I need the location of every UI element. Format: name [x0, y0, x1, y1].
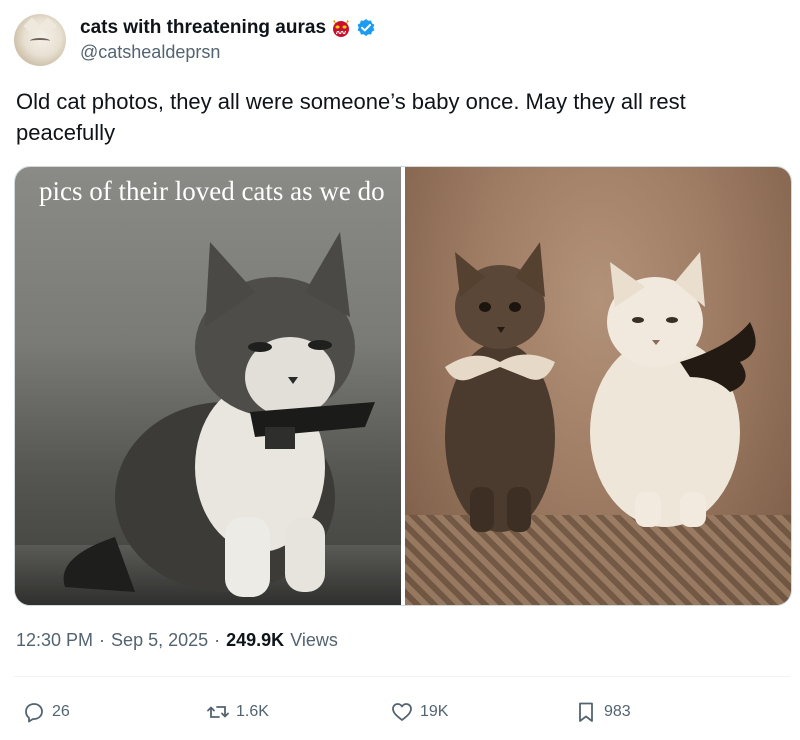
meta-separator: · [99, 630, 106, 650]
media-grid: pics of their loved cats as we do [14, 166, 792, 606]
oni-mask-icon [330, 17, 352, 39]
handle[interactable]: @catshealdeprsn [80, 40, 376, 64]
divider-top [14, 676, 790, 677]
repost-icon [207, 706, 229, 718]
photo-two-kittens-sepia[interactable] [405, 167, 791, 605]
tweet-time[interactable]: 12:30 PM [16, 628, 93, 652]
avatar-cat-ear-left [23, 17, 41, 35]
like-button[interactable]: 19K [390, 694, 448, 730]
avatar[interactable] [14, 14, 66, 66]
photo-kitten-bw[interactable]: pics of their loved cats as we do [15, 167, 401, 605]
bookmark-icon [579, 702, 593, 722]
tweet-meta: 12:30 PM · Sep 5, 2025 · 249.9K Views [16, 628, 338, 652]
views-count: 249.9K [226, 630, 285, 650]
display-name-row: cats with threatening auras [80, 16, 376, 40]
like-count: 19K [420, 703, 449, 720]
bookmark-count: 983 [604, 703, 631, 720]
avatar-cat-eyes [30, 38, 50, 44]
reply-icon [25, 703, 43, 723]
repost-count: 1.6K [236, 703, 269, 720]
avatar-cat-ear-right [39, 17, 57, 35]
bookmark-button[interactable]: 983 [574, 694, 631, 730]
reply-button[interactable]: 26 [22, 694, 70, 730]
reply-count: 26 [52, 703, 70, 720]
white-kitten-illustration [590, 252, 756, 527]
action-bar: 26 1.6K 19K 983 [0, 694, 800, 730]
repost-button[interactable]: 1.6K [206, 694, 269, 730]
display-name[interactable]: cats with threatening auras [80, 16, 326, 40]
meta-separator: · [214, 630, 221, 650]
tweet-header: cats with threatening auras @catshealdep… [14, 10, 376, 70]
tweet-text: Old cat photos, they all were someone’s … [16, 89, 686, 145]
author-names: cats with threatening auras @catshealdep… [80, 16, 376, 64]
heart-icon [392, 703, 412, 721]
kitten-illustration [63, 232, 375, 597]
meme-caption: pics of their loved cats as we do [39, 176, 385, 206]
verified-badge-icon [356, 18, 376, 38]
tabby-kitten-illustration [445, 242, 555, 532]
tweet-date[interactable]: Sep 5, 2025 [111, 628, 208, 652]
views-label: Views [290, 630, 338, 650]
